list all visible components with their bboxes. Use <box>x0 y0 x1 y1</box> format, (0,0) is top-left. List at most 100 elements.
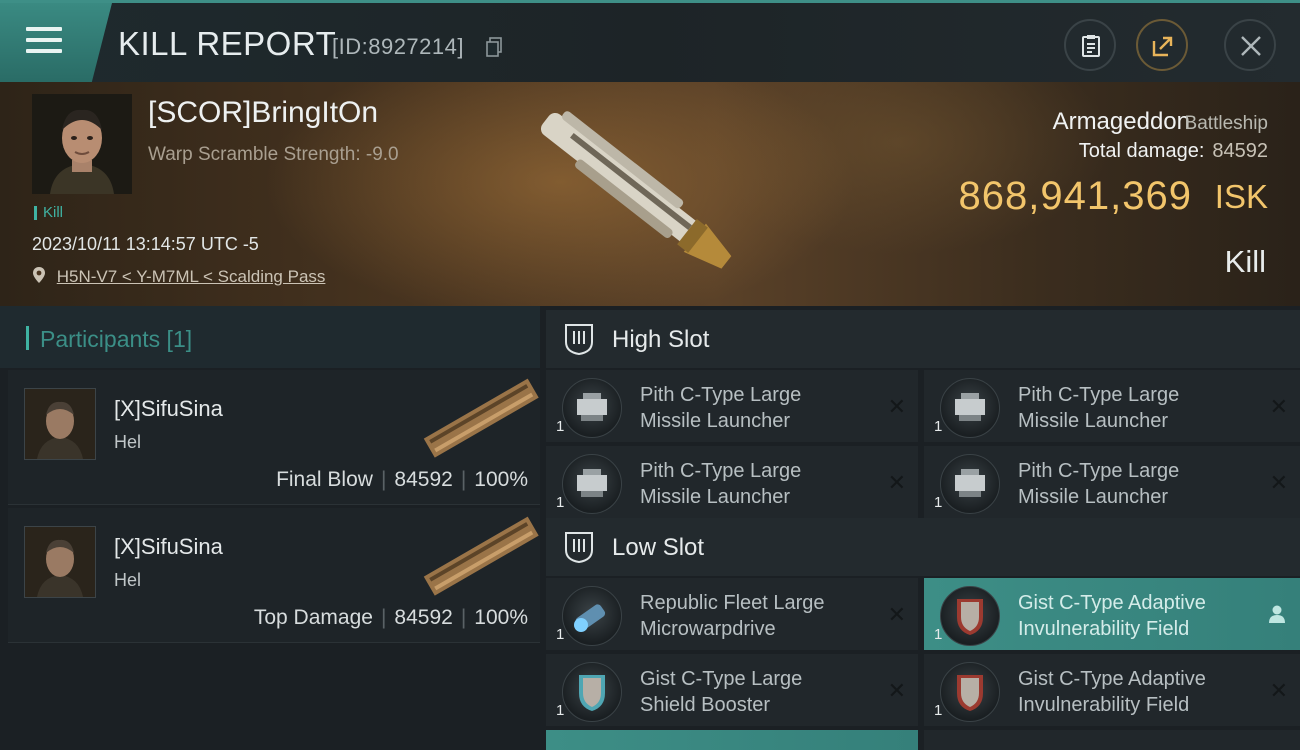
high-slot-title: High Slot <box>612 326 710 353</box>
total-damage-label: Total damage: <box>1078 140 1205 162</box>
participants-title: Participants [1] <box>40 326 193 352</box>
report-id: [ID:8927214] <box>332 34 464 59</box>
participant-stats: Final Blow | 84592 | 100% <box>276 468 528 491</box>
participant-row[interactable]: [X]SifuSina Hel Top Damage | 84592 | 100% <box>8 508 540 643</box>
participant-role: Final Blow <box>276 468 373 491</box>
participant-role: Top Damage <box>253 606 373 629</box>
destroyed-x-icon: ✕ <box>887 394 906 419</box>
module-name: Gist C-Type Adaptive Invulnerability Fiel… <box>1018 592 1206 640</box>
module-item[interactable]: 1 Pith C-Type Large Missile Launcher ✕ <box>924 446 1300 518</box>
destroyed-x-icon: ✕ <box>1269 678 1288 703</box>
total-damage-value: 84592 <box>1212 140 1268 162</box>
destroyed-x-icon: ✕ <box>887 678 906 703</box>
module-name: Pith C-Type Large Missile Launcher <box>640 460 802 508</box>
module-name: Gist C-Type Large Shield Booster <box>640 668 803 716</box>
module-item-partial[interactable] <box>546 730 918 750</box>
victim-portrait[interactable] <box>32 94 132 194</box>
participant-name[interactable]: [X]SifuSina <box>114 534 223 560</box>
character-portrait-icon <box>25 389 95 459</box>
microwarpdrive-icon <box>562 586 622 646</box>
close-button[interactable] <box>1224 19 1276 71</box>
module-name: Gist C-Type Adaptive Invulnerability Fiel… <box>1018 668 1206 716</box>
module-quantity: 1 <box>934 626 943 643</box>
module-name: Pith C-Type Large Missile Launcher <box>1018 384 1180 432</box>
shield-booster-icon <box>562 662 622 722</box>
hel-ship-icon <box>423 378 539 458</box>
module-quantity: 1 <box>934 418 943 435</box>
section-accent-bar <box>26 326 29 350</box>
module-item[interactable]: 1 Gist C-Type Large Shield Booster ✕ <box>546 654 918 726</box>
missile-launcher-icon <box>940 454 1000 514</box>
high-slot-icon <box>565 324 593 356</box>
person-icon <box>1269 605 1285 623</box>
module-item[interactable]: 1 Pith C-Type Large Missile Launcher ✕ <box>924 370 1300 442</box>
module-name: Pith C-Type Large Missile Launcher <box>1018 460 1180 508</box>
module-name: Pith C-Type Large Missile Launcher <box>640 384 802 432</box>
kill-result: Kill <box>1224 244 1266 279</box>
participant-damage: 84592 <box>394 606 453 629</box>
clipboard-icon <box>1082 35 1100 57</box>
module-item-partial[interactable] <box>924 730 1300 750</box>
destroyed-x-icon: ✕ <box>887 470 906 495</box>
clipboard-button[interactable] <box>1064 19 1116 71</box>
module-item[interactable]: 1 Gist C-Type Adaptive Invulnerability Fi… <box>924 654 1300 726</box>
missile-launcher-icon <box>562 378 622 438</box>
location-link[interactable]: H5N-V7 < Y-M7ML < Scalding Pass <box>57 267 326 286</box>
module-name: Republic Fleet Large Microwarpdrive <box>640 592 825 640</box>
character-portrait-icon <box>25 527 95 597</box>
module-quantity: 1 <box>556 702 565 719</box>
ship-name[interactable]: Armageddon <box>1053 108 1190 136</box>
low-slot-title: Low Slot <box>612 534 705 561</box>
close-icon <box>1241 36 1261 56</box>
module-item[interactable]: 1 Republic Fleet Large Microwarpdrive ✕ <box>546 578 918 650</box>
module-quantity: 1 <box>556 494 565 511</box>
low-slot-icon <box>565 532 593 564</box>
header-bar: KILL REPORT [ID:8927214] <box>0 0 1300 85</box>
invulnerability-field-icon <box>940 586 1000 646</box>
participant-percent: 100% <box>474 468 528 491</box>
module-item[interactable]: 1 Pith C-Type Large Missile Launcher ✕ <box>546 446 918 518</box>
armageddon-ship-icon <box>540 111 732 269</box>
participant-stats: Top Damage | 84592 | 100% <box>253 606 528 629</box>
kill-tag: Kill <box>34 205 63 220</box>
isk-value: 868,941,369 <box>958 174 1192 218</box>
avatar[interactable] <box>24 388 96 460</box>
module-quantity: 1 <box>556 418 565 435</box>
destroyed-x-icon: ✕ <box>887 602 906 627</box>
victim-banner: [SCOR]BringItOn Warp Scramble Strength: … <box>0 82 1300 306</box>
missile-launcher-icon <box>562 454 622 514</box>
share-icon <box>1152 36 1173 57</box>
isk-unit: ISK <box>1214 178 1268 215</box>
copy-icon[interactable] <box>486 37 502 57</box>
participant-name[interactable]: [X]SifuSina <box>114 396 223 422</box>
participant-ship: Hel <box>114 432 142 452</box>
character-portrait-icon <box>32 94 132 194</box>
page-title: KILL REPORT <box>118 25 337 62</box>
low-slot-header: Low Slot <box>546 518 1300 576</box>
avatar[interactable] <box>24 526 96 598</box>
share-button[interactable] <box>1136 19 1188 71</box>
victim-name[interactable]: [SCOR]BringItOn <box>148 96 378 130</box>
total-damage-row: Total damage: 84592 <box>1079 140 1268 163</box>
destroyed-x-icon: ✕ <box>1269 394 1288 419</box>
hel-ship-icon <box>423 516 539 596</box>
module-item[interactable]: 1 Pith C-Type Large Missile Launcher ✕ <box>546 370 918 442</box>
kill-datetime: 2023/10/11 13:14:57 UTC -5 <box>32 234 259 254</box>
invulnerability-field-icon <box>940 662 1000 722</box>
ship-class: Battleship <box>1184 113 1268 134</box>
hamburger-icon <box>26 27 62 60</box>
location-pin-icon <box>33 267 45 283</box>
participant-damage: 84592 <box>394 468 453 491</box>
module-quantity: 1 <box>934 494 943 511</box>
participant-ship: Hel <box>114 570 142 590</box>
participant-row[interactable]: [X]SifuSina Hel Final Blow | 84592 | 100% <box>8 370 540 505</box>
module-quantity: 1 <box>556 626 565 643</box>
missile-launcher-icon <box>940 378 1000 438</box>
location-row[interactable]: H5N-V7 < Y-M7ML < Scalding Pass <box>32 266 325 287</box>
participants-header: Participants [1] <box>0 306 540 368</box>
participant-percent: 100% <box>474 606 528 629</box>
menu-button[interactable] <box>0 3 112 82</box>
module-item-dropped[interactable]: 1 Gist C-Type Adaptive Invulnerability Fi… <box>924 578 1300 650</box>
high-slot-header: High Slot <box>546 310 1300 368</box>
module-quantity: 1 <box>934 702 943 719</box>
